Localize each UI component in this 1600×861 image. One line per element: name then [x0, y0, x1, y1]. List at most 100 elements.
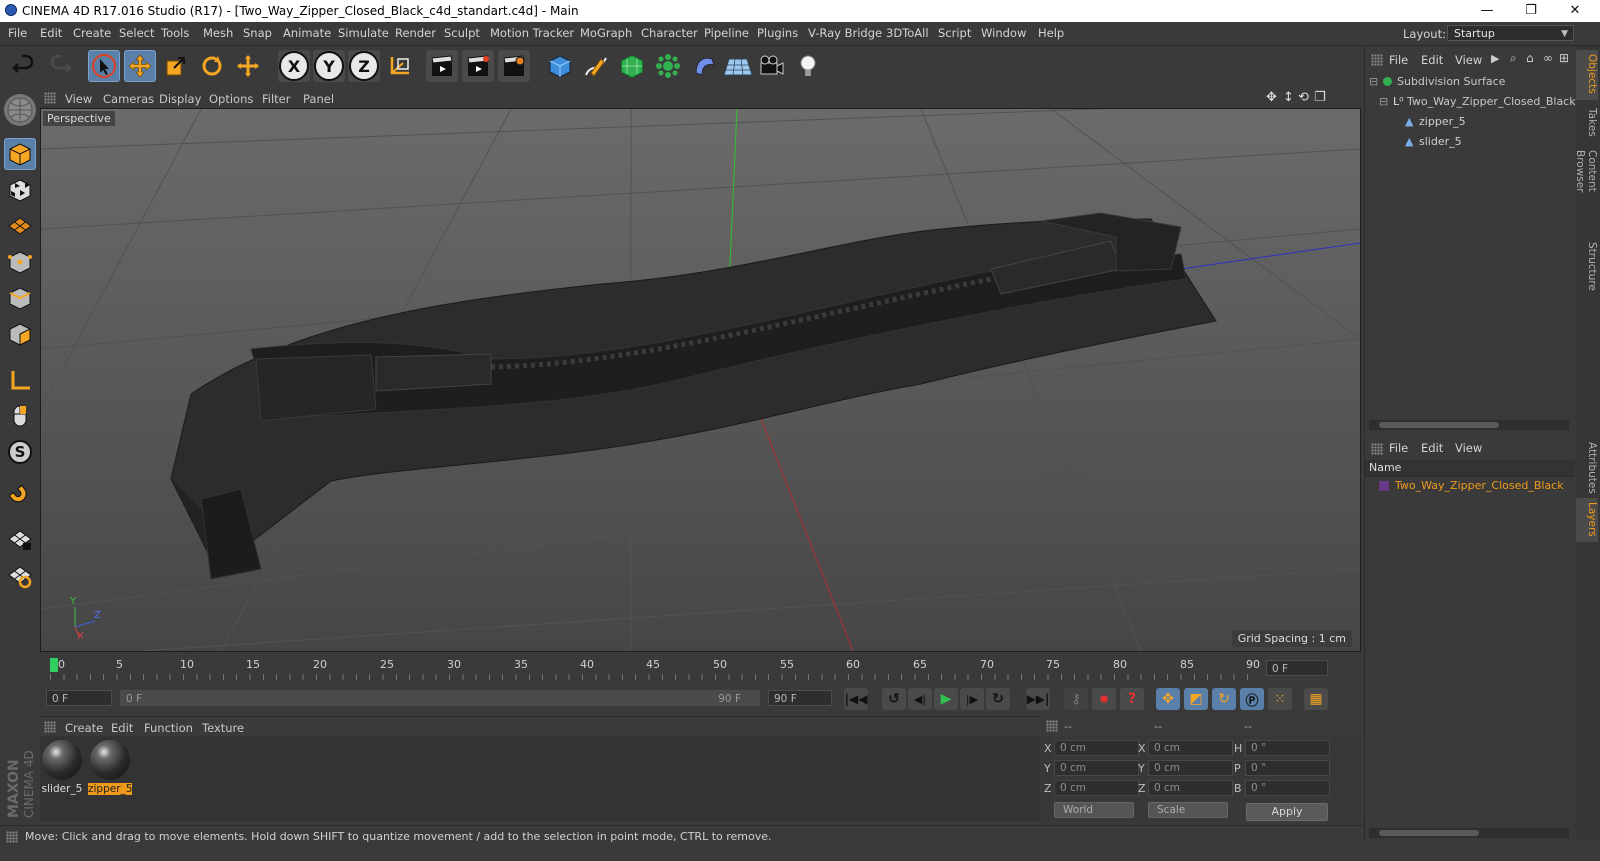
undo-button[interactable]: [8, 50, 40, 82]
goto-start-button[interactable]: |◀◀: [844, 688, 868, 710]
material-slot[interactable]: slider_5: [40, 740, 84, 795]
object-menu-edit[interactable]: Edit: [1421, 53, 1443, 67]
size-y-field[interactable]: 0 cm: [1148, 760, 1233, 776]
deformer-button[interactable]: [688, 50, 720, 82]
rot-p-field[interactable]: 0 °: [1245, 760, 1330, 776]
layer-menu-file[interactable]: File: [1389, 441, 1408, 455]
record-active-objects-button[interactable]: ⏺: [1092, 688, 1116, 710]
collapse-icon[interactable]: ⊟: [1379, 92, 1388, 111]
viewport-menu-filter[interactable]: Filter: [262, 92, 290, 106]
tab-takes[interactable]: Takes: [1576, 104, 1598, 144]
object-row-slider-5[interactable]: ▲ slider_5: [1365, 132, 1575, 151]
size-x-field[interactable]: 0 cm: [1148, 740, 1233, 756]
camera-label[interactable]: Perspective: [43, 111, 115, 126]
menu-render[interactable]: Render: [395, 26, 436, 40]
minimize-button[interactable]: —: [1472, 2, 1502, 20]
menu-mograph[interactable]: MoGraph: [580, 26, 632, 40]
pos-y-field[interactable]: 0 cm: [1054, 760, 1139, 776]
layer-menu-view[interactable]: View: [1455, 441, 1482, 455]
panel-grip-icon[interactable]: [44, 92, 56, 104]
object-menu-view[interactable]: View: [1455, 53, 1482, 67]
material-menu-function[interactable]: Function: [144, 721, 193, 735]
render-settings-button[interactable]: [498, 50, 530, 82]
menu-script[interactable]: Script: [938, 26, 971, 40]
previous-key-button[interactable]: ↺: [882, 688, 906, 710]
record-motion-button[interactable]: ⚷: [1064, 688, 1088, 710]
pos-z-field[interactable]: 0 cm: [1054, 780, 1139, 796]
collapse-icon[interactable]: ⊟: [1369, 72, 1378, 91]
viewport-pan-icon[interactable]: ✥: [1266, 90, 1277, 105]
menu-plugins[interactable]: Plugins: [757, 26, 798, 40]
menu-3dtoall[interactable]: 3DToAll: [886, 26, 929, 40]
tab-structure[interactable]: Structure: [1576, 238, 1598, 294]
panel-grip-icon[interactable]: [1371, 443, 1383, 455]
next-key-button[interactable]: ↻: [986, 688, 1010, 710]
x-axis-lock-button[interactable]: X: [278, 50, 310, 82]
z-axis-lock-button[interactable]: Z: [348, 50, 380, 82]
key-pla-button[interactable]: ⁙: [1268, 688, 1292, 710]
menu-animate[interactable]: Animate: [283, 26, 331, 40]
tab-content-browser[interactable]: Content Browser: [1574, 146, 1598, 236]
layer-color-swatch[interactable]: [1379, 481, 1389, 491]
key-parameter-button[interactable]: Ⓟ: [1240, 688, 1264, 710]
menu-tools[interactable]: Tools: [161, 26, 189, 40]
panel-grip-icon[interactable]: [1371, 54, 1383, 66]
workplane-mode-button[interactable]: [4, 210, 36, 242]
object-row-zipper-null[interactable]: ⊟ L⁰ Two_Way_Zipper_Closed_Black: [1365, 92, 1576, 111]
recent-tool-button[interactable]: [232, 50, 264, 82]
menu-pipeline[interactable]: Pipeline: [704, 26, 749, 40]
render-picture-viewer-button[interactable]: [462, 50, 494, 82]
viewport-rotate-icon[interactable]: ⟲: [1298, 90, 1309, 105]
scrollbar-thumb[interactable]: [1379, 830, 1479, 836]
layer-row[interactable]: Two_Way_Zipper_Closed_Black: [1365, 476, 1575, 495]
3d-viewport[interactable]: Perspective Grid Spacing : 1 cm Y Z X: [40, 108, 1361, 652]
tab-layers[interactable]: Layers: [1576, 498, 1598, 542]
spline-pen-button[interactable]: [580, 50, 612, 82]
menu-mesh[interactable]: Mesh: [203, 26, 233, 40]
home-icon[interactable]: ⌂: [1526, 51, 1534, 65]
rotate-tool-button[interactable]: [196, 50, 228, 82]
menu-create[interactable]: Create: [73, 26, 111, 40]
subdivision-surface-button[interactable]: [616, 50, 648, 82]
texture-mode-button[interactable]: [4, 174, 36, 206]
snapping-button[interactable]: [4, 480, 36, 512]
play-button[interactable]: ▶: [934, 688, 958, 710]
coordinate-mode-select[interactable]: World: [1054, 802, 1134, 818]
goto-end-button[interactable]: ▶▶|: [1026, 688, 1050, 710]
menu-character[interactable]: Character: [641, 26, 698, 40]
viewport-menu-view[interactable]: View: [65, 92, 92, 106]
menu-sculpt[interactable]: Sculpt: [444, 26, 480, 40]
size-mode-select[interactable]: Scale: [1148, 802, 1228, 818]
next-frame-button[interactable]: |▶: [960, 688, 984, 710]
key-scale-button[interactable]: ◩: [1184, 688, 1208, 710]
frame-range-slider[interactable]: 0 F 90 F: [120, 690, 760, 706]
horizontal-scrollbar[interactable]: [1369, 420, 1569, 430]
menu-file[interactable]: File: [8, 26, 27, 40]
workplane-lock-button[interactable]: [4, 524, 36, 556]
timeline-ruler[interactable]: 0 5 10 15 20 25 30 35 40 45 50 55 60 65 …: [40, 654, 1362, 684]
timeline-view-button[interactable]: ▦: [1304, 688, 1328, 710]
search-icon[interactable]: ⌕: [1510, 51, 1517, 66]
axis-mode-button[interactable]: [4, 364, 36, 396]
pos-x-field[interactable]: 0 cm: [1054, 740, 1139, 756]
current-frame-field[interactable]: 0 F: [1266, 660, 1328, 676]
solo-button[interactable]: S: [4, 436, 36, 468]
redo-button[interactable]: [44, 50, 76, 82]
new-view-icon[interactable]: ⊞: [1559, 51, 1569, 65]
menu-select[interactable]: Select: [119, 26, 154, 40]
points-mode-button[interactable]: [4, 246, 36, 278]
menu-snap[interactable]: Snap: [243, 26, 272, 40]
viewport-menu-display[interactable]: Display: [159, 92, 201, 106]
viewport-menu-options[interactable]: Options: [209, 92, 253, 106]
playhead-marker[interactable]: [50, 658, 58, 672]
key-position-button[interactable]: ✥: [1156, 688, 1180, 710]
apply-button[interactable]: Apply: [1246, 803, 1328, 821]
rot-b-field[interactable]: 0 °: [1245, 780, 1330, 796]
close-button[interactable]: ✕: [1560, 2, 1590, 20]
object-row-subdivision-surface[interactable]: ⊟ Subdivision Surface: [1365, 72, 1575, 91]
cloner-button[interactable]: [652, 50, 684, 82]
viewport-menu-panel[interactable]: Panel: [303, 92, 334, 106]
previous-frame-button[interactable]: ◀|: [908, 688, 932, 710]
menu-help[interactable]: Help: [1038, 26, 1064, 40]
cube-primitive-button[interactable]: [544, 50, 576, 82]
